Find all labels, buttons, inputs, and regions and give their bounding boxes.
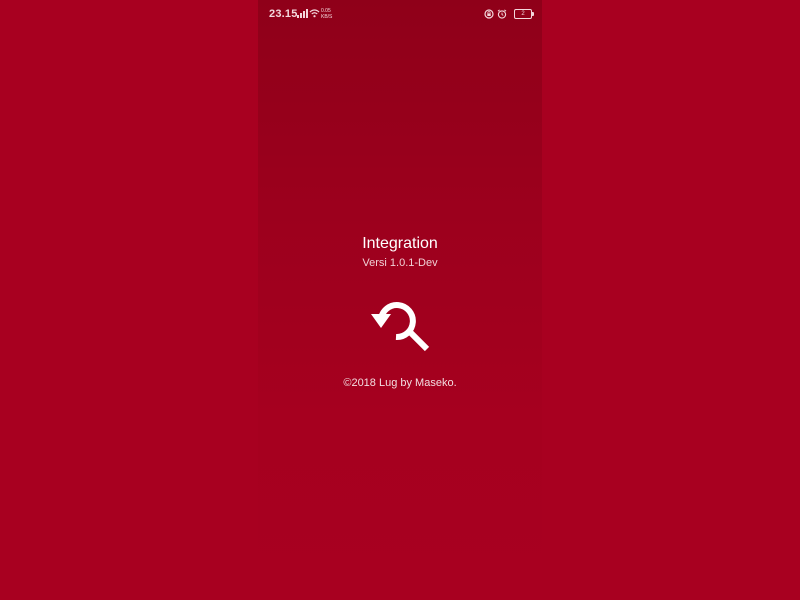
- phone-screen: 23.15 0.05 KB/S 2 Integration Versi 1.0.…: [258, 0, 542, 600]
- copyright-text: ©2018 Lug by Maseko.: [343, 377, 457, 389]
- network-speed: 0.05 KB/S: [321, 8, 332, 20]
- battery-level: 2: [521, 11, 525, 17]
- status-icons-right: 2: [484, 8, 534, 20]
- rotation-lock-icon: [484, 9, 494, 19]
- network-speed-unit: KB/S: [321, 14, 333, 20]
- status-bar: 23.15 0.05 KB/S 2: [258, 0, 542, 28]
- app-title: Integration: [362, 235, 438, 252]
- battery-icon: 2: [514, 9, 534, 19]
- refresh-search-icon: [371, 302, 430, 352]
- screen-background: 23.15 0.05 KB/S 2 Integration Versi 1.0.…: [0, 0, 800, 600]
- signal-icon: [297, 9, 308, 18]
- status-time: 23.15: [269, 8, 298, 20]
- alarm-icon: [497, 9, 507, 19]
- app-version: Versi 1.0.1-Dev: [362, 257, 438, 269]
- wifi-icon: [309, 9, 320, 18]
- splash-content: Integration Versi 1.0.1-Dev ©2018 Lug by…: [258, 234, 542, 390]
